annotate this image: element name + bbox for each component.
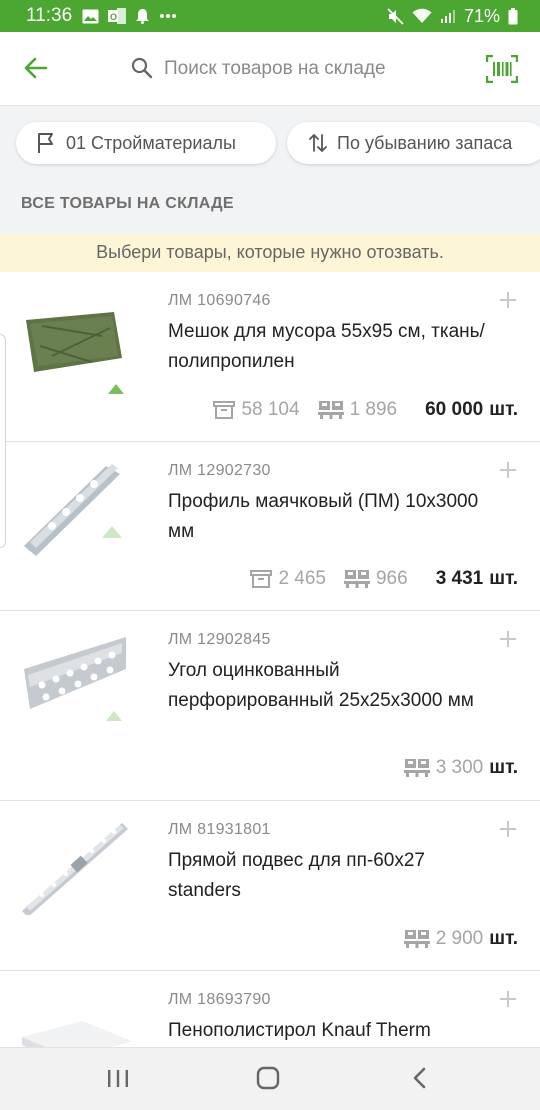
home-icon[interactable] <box>256 1066 282 1090</box>
flag-icon <box>38 133 53 153</box>
back-nav-icon[interactable] <box>410 1066 430 1090</box>
stock-stats: 58 104 1 896 60 000 шт. <box>195 399 518 421</box>
stock-stats: 2 900 шт. <box>386 928 518 950</box>
product-code: ЛМ 12902845 <box>168 631 271 648</box>
wifi-icon <box>412 8 432 23</box>
pallet-icon <box>403 759 430 777</box>
product-name: Угол оцинкованный перфорированный 25х25х… <box>168 660 474 711</box>
mute-icon <box>387 7 404 25</box>
svg-text:O: O <box>110 12 117 22</box>
store-stock: 2 465 <box>250 568 326 590</box>
back-arrow-icon[interactable] <box>22 54 50 82</box>
status-bar: 11:36 O 71% <box>0 0 540 32</box>
section-title: ВСЕ ТОВАРЫ НА СКЛАДЕ <box>21 195 234 212</box>
quantity-unit: шт. <box>489 928 518 949</box>
warehouse-stock: 3 300 <box>403 757 483 779</box>
product-code: ЛМ 81931801 <box>168 821 271 838</box>
list-item[interactable]: ЛМ 10690746 Мешок для мусора 55x95 см, т… <box>0 272 540 442</box>
pallet-icon <box>317 401 344 419</box>
box-icon <box>213 401 236 419</box>
search-input[interactable] <box>164 52 464 86</box>
quantity-unit: шт. <box>489 568 518 589</box>
pallet-icon <box>403 930 430 948</box>
sort-chip[interactable]: По убыванию запаса <box>287 122 540 164</box>
list-item[interactable]: ЛМ 81931801 Прямой подвес для пп-60х27 s… <box>0 801 540 971</box>
add-icon[interactable] <box>500 292 516 308</box>
product-name: Мешок для мусора 55x95 см, ткань/полипро… <box>168 321 485 372</box>
stock-stats: 2 465 966 3 431 шт. <box>232 568 518 590</box>
product-code: ЛМ 10690746 <box>168 292 271 309</box>
battery-icon <box>508 7 518 24</box>
product-name: Прямой подвес для пп-60х27 standers <box>168 850 425 901</box>
product-name: Профиль маячковый (ПМ) 10х3000 мм <box>168 491 479 542</box>
product-name: Пенополистирол Knauf Therm <box>168 1020 431 1041</box>
warehouse-stock: 2 900 <box>403 928 483 950</box>
department-filter-label: 01 Стройматериалы <box>66 132 236 153</box>
notification-bell-icon <box>136 9 150 24</box>
search-icon <box>131 57 153 79</box>
product-code: ЛМ 18693790 <box>168 991 271 1008</box>
quantity-unit: шт. <box>489 399 518 420</box>
outlook-icon: O <box>108 8 127 24</box>
signal-icon <box>440 10 455 23</box>
add-icon[interactable] <box>500 631 516 647</box>
total-quantity: 3 431 <box>435 568 484 589</box>
battery-percent: 71% <box>463 5 500 26</box>
warehouse-stock: 1 896 <box>317 399 397 421</box>
quantity-unit: шт. <box>489 757 518 778</box>
pallet-icon <box>343 570 370 588</box>
more-dots-icon <box>160 14 177 18</box>
app-bar <box>0 32 540 106</box>
barcode-scan-icon[interactable] <box>486 55 518 83</box>
hint-banner: Выбери товары, которые нужно отозвать. <box>0 234 540 272</box>
product-image-hanger <box>22 823 128 915</box>
sort-icon <box>309 134 327 152</box>
gallery-icon <box>82 9 99 23</box>
add-icon[interactable] <box>500 991 516 1007</box>
product-image-garbage-bag <box>26 312 124 394</box>
add-icon[interactable] <box>500 462 516 478</box>
store-stock: 58 104 <box>213 399 300 421</box>
product-list: ЛМ 10690746 Мешок для мусора 55x95 см, т… <box>0 272 540 1110</box>
stock-stats: 3 300 шт. <box>386 757 518 779</box>
filter-area: 01 Стройматериалы По убыванию запаса ВСЕ… <box>0 106 540 234</box>
add-icon[interactable] <box>500 821 516 837</box>
product-image-profile <box>24 464 122 556</box>
warehouse-stock: 966 <box>343 568 408 590</box>
box-icon <box>250 570 273 588</box>
product-code: ЛМ 12902730 <box>168 462 271 479</box>
department-filter-chip[interactable]: 01 Стройматериалы <box>16 122 276 164</box>
total-quantity: 60 000 <box>425 399 484 420</box>
sort-label: По убыванию запаса <box>337 132 513 153</box>
status-time: 11:36 <box>26 5 73 26</box>
list-item[interactable]: ЛМ 12902730 Профиль маячковый (ПМ) 10х30… <box>0 442 540 611</box>
product-image-corner <box>24 637 126 721</box>
recent-apps-icon[interactable] <box>106 1066 130 1090</box>
system-nav-bar <box>0 1047 540 1110</box>
list-item[interactable]: ЛМ 12902845 Угол оцинкованный перфориров… <box>0 611 540 801</box>
side-panel-handle[interactable] <box>0 334 6 548</box>
